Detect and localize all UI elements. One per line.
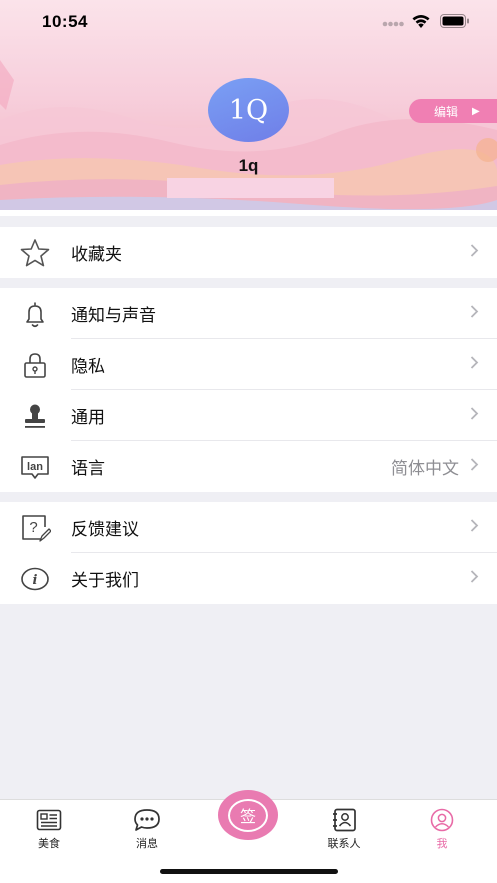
tab-contacts[interactable]: 联系人 bbox=[314, 808, 374, 851]
home-indicator bbox=[160, 869, 338, 874]
feedback-icon-text: ? bbox=[29, 519, 37, 536]
contacts-book-icon bbox=[314, 808, 374, 832]
tab-me[interactable]: 我 bbox=[412, 808, 472, 851]
row-label-about: 关于我们 bbox=[71, 571, 139, 590]
tab-label-messages: 消息 bbox=[136, 838, 158, 850]
section-favorites: 收藏夹 bbox=[0, 227, 497, 278]
header-divider bbox=[0, 210, 497, 216]
section-support: ? 反馈建议 i 关于我们 bbox=[0, 502, 497, 604]
chevron-right-icon bbox=[470, 457, 479, 476]
row-label-notifications: 通知与声音 bbox=[71, 306, 156, 325]
row-label-favorites: 收藏夹 bbox=[71, 245, 122, 264]
row-label-feedback: 反馈建议 bbox=[71, 520, 139, 539]
lock-icon bbox=[18, 349, 52, 381]
tab-food[interactable]: 美食 bbox=[19, 808, 79, 851]
status-time: 10:54 bbox=[42, 12, 88, 31]
chevron-right-icon bbox=[470, 406, 479, 425]
row-label-language: 语言 bbox=[71, 459, 105, 478]
play-triangle-icon: ▶ bbox=[472, 105, 480, 117]
section-settings: 通知与声音 隐私 通用 lan 语言 简体中文 bbox=[0, 288, 497, 492]
row-feedback[interactable]: ? 反馈建议 bbox=[0, 502, 497, 553]
status-bar: 10:54 bbox=[0, 0, 497, 44]
chevron-right-icon bbox=[470, 243, 479, 262]
cellular-signal-icon bbox=[382, 21, 404, 27]
chevron-right-icon bbox=[470, 355, 479, 374]
edit-label: 编辑 bbox=[434, 104, 459, 119]
chat-bubble-icon bbox=[117, 808, 177, 832]
row-favorites[interactable]: 收藏夹 bbox=[0, 227, 497, 278]
row-language[interactable]: lan 语言 简体中文 bbox=[0, 441, 497, 492]
tab-label-food: 美食 bbox=[38, 838, 60, 850]
chevron-right-icon bbox=[470, 569, 479, 588]
row-notifications[interactable]: 通知与声音 bbox=[0, 288, 497, 339]
tab-label-me: 我 bbox=[436, 838, 448, 850]
profile-header: 10:54 1Q 1q 编辑 ▶ bbox=[0, 0, 497, 210]
sign-in-label: 签 bbox=[228, 798, 268, 832]
tab-messages[interactable]: 消息 bbox=[117, 808, 177, 851]
star-icon bbox=[18, 237, 52, 269]
profile-subtitle-bar bbox=[167, 178, 334, 198]
feedback-icon: ? bbox=[18, 512, 52, 544]
stamp-icon bbox=[18, 400, 52, 432]
row-label-general: 通用 bbox=[71, 408, 105, 427]
language-icon-text: lan bbox=[27, 461, 43, 473]
news-icon bbox=[19, 808, 79, 832]
chevron-right-icon bbox=[470, 304, 479, 323]
row-privacy[interactable]: 隐私 bbox=[0, 339, 497, 390]
row-general[interactable]: 通用 bbox=[0, 390, 497, 441]
battery-icon bbox=[440, 14, 469, 28]
chevron-right-icon bbox=[470, 518, 479, 537]
info-icon-text: i bbox=[33, 573, 38, 588]
wifi-icon bbox=[412, 15, 430, 28]
username: 1q bbox=[238, 156, 259, 175]
info-icon: i bbox=[18, 563, 52, 595]
bell-icon bbox=[18, 298, 52, 330]
user-profile-icon bbox=[412, 808, 472, 832]
sign-in-button[interactable]: 签 bbox=[218, 790, 278, 840]
row-label-privacy: 隐私 bbox=[71, 357, 105, 376]
row-about[interactable]: i 关于我们 bbox=[0, 553, 497, 604]
edit-profile-button[interactable]: 编辑 ▶ bbox=[409, 99, 497, 123]
tab-label-contacts: 联系人 bbox=[327, 838, 361, 850]
avatar[interactable]: 1Q bbox=[208, 78, 289, 142]
language-value: 简体中文 bbox=[391, 459, 459, 478]
language-icon: lan bbox=[18, 451, 52, 483]
